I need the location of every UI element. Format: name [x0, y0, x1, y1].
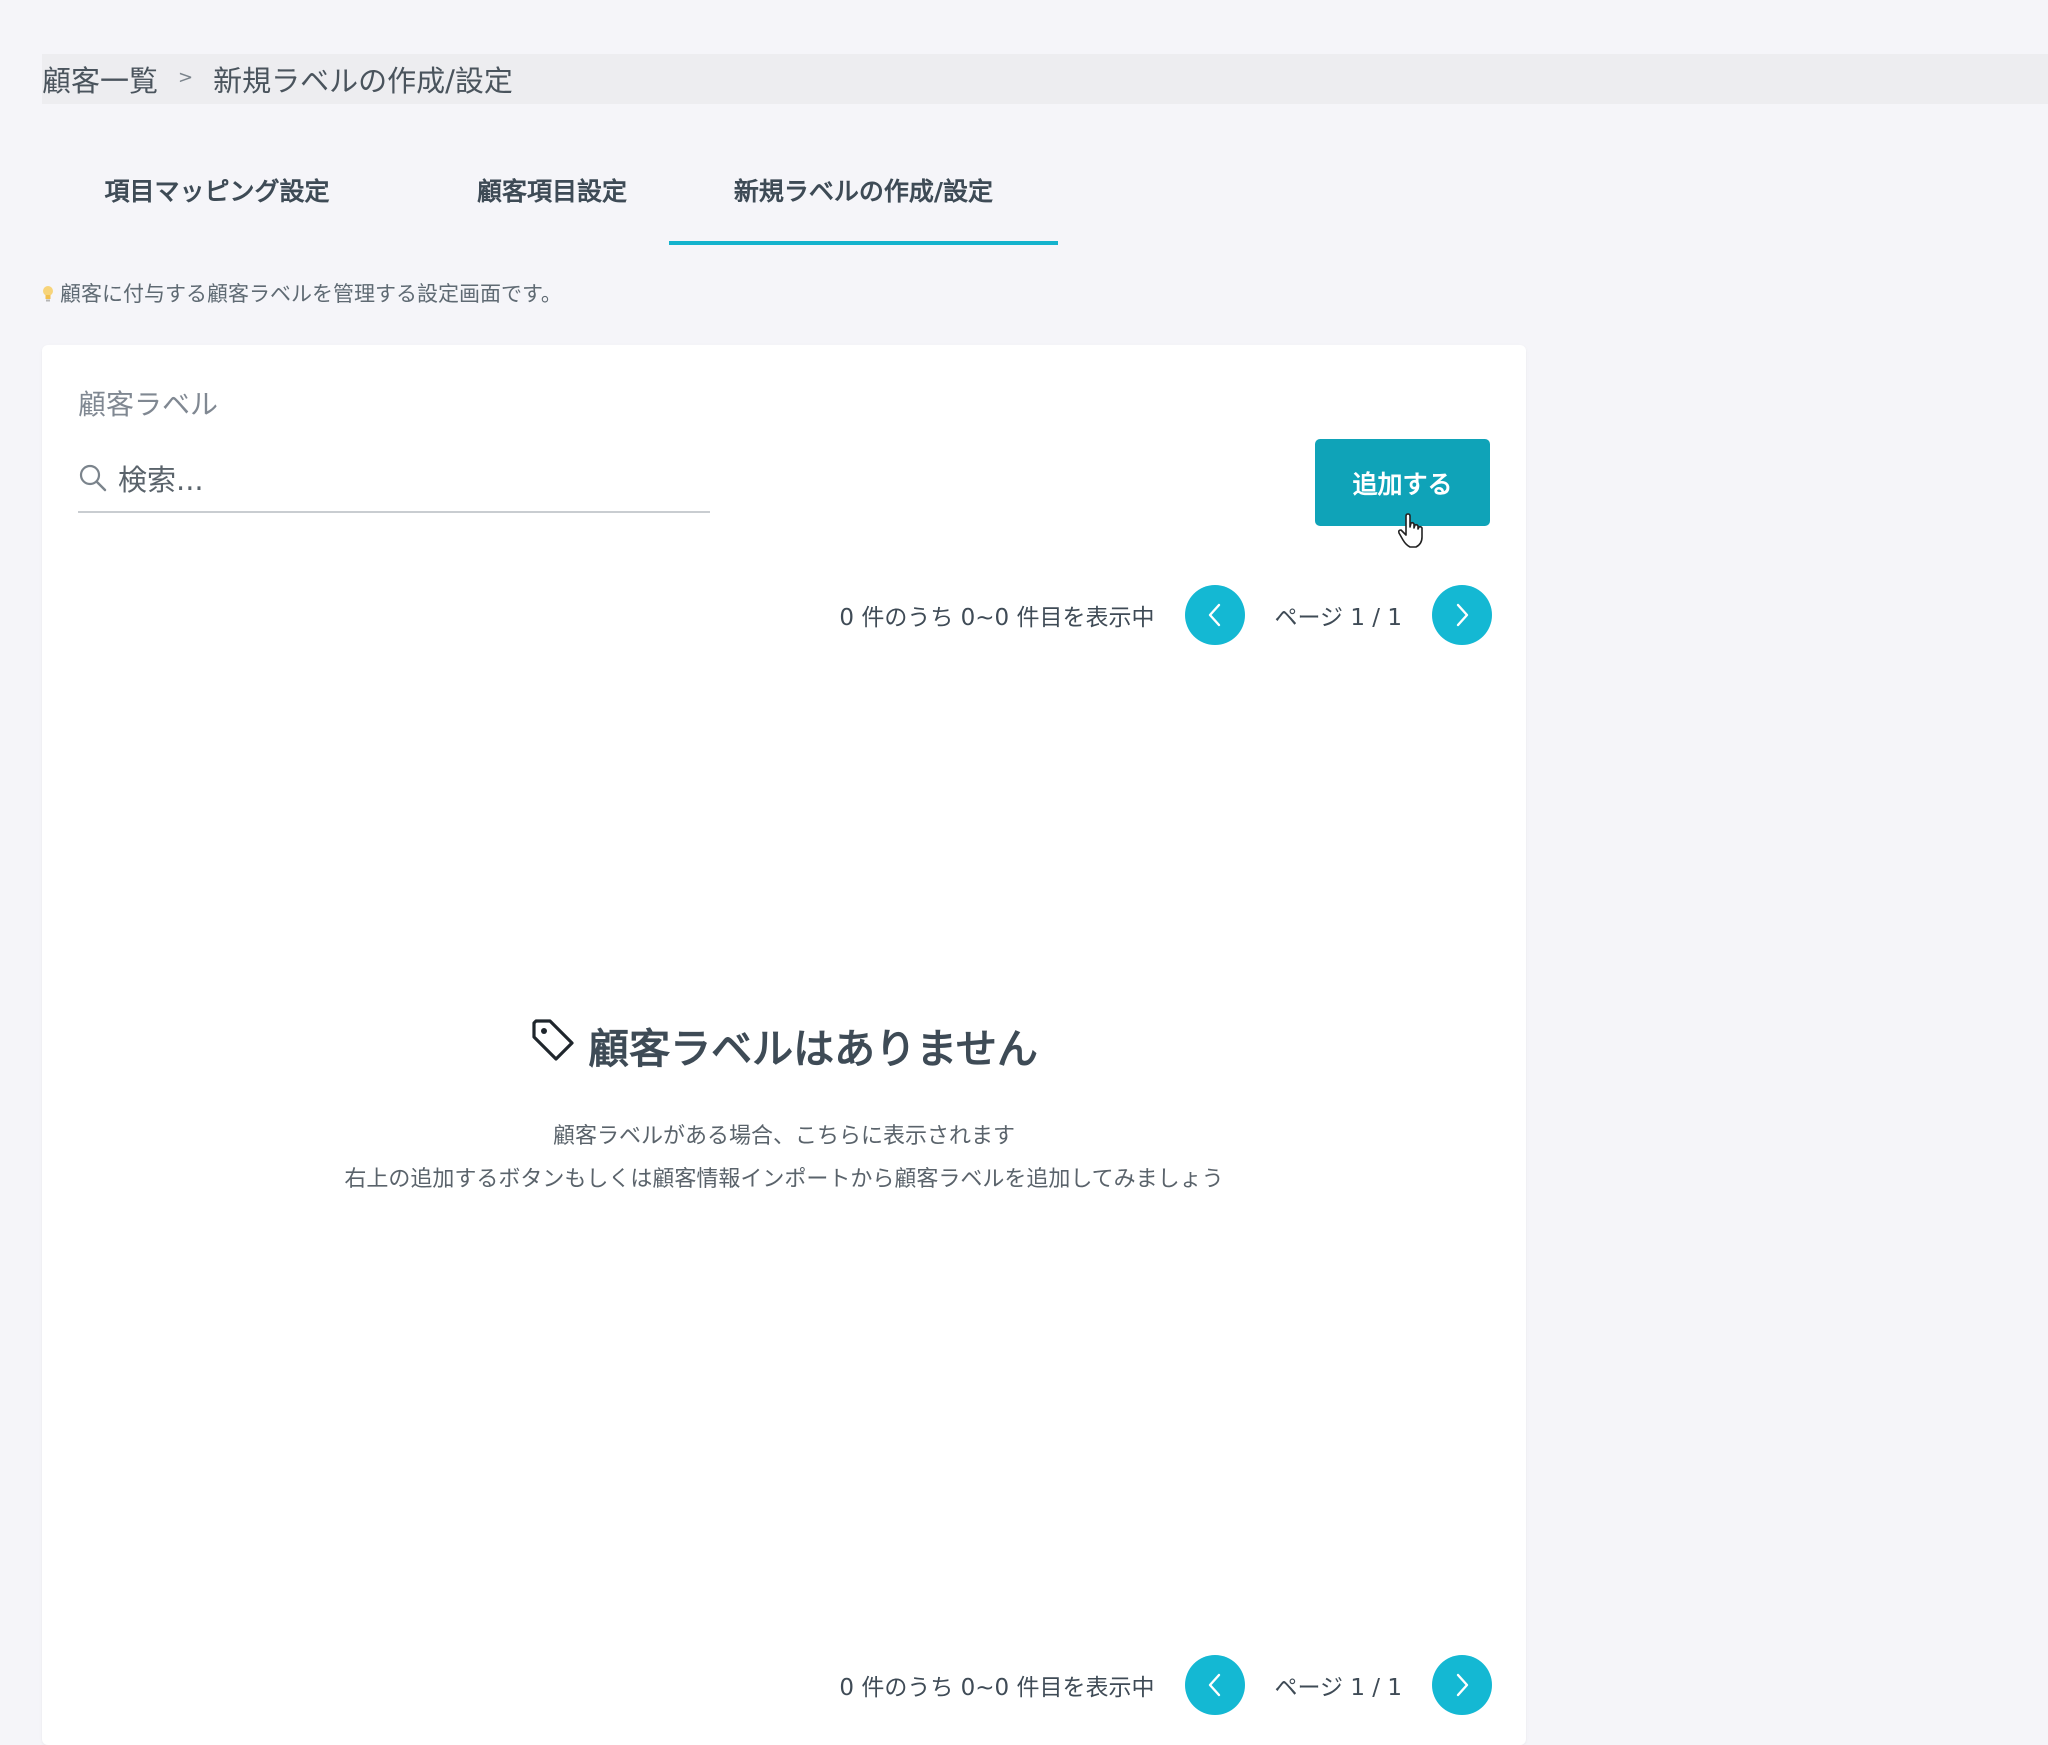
search-input[interactable] — [116, 462, 700, 498]
tag-icon — [530, 1017, 576, 1073]
empty-state-title: 顧客ラベルはありません — [530, 1015, 1038, 1075]
chevron-right-icon — [1456, 1673, 1469, 1697]
hand-cursor-icon — [1397, 513, 1427, 549]
pagination-top: 0 件のうち 0~0 件目を表示中 ページ 1 / 1 — [839, 585, 1492, 645]
empty-state-title-text: 顧客ラベルはありません — [588, 1025, 1038, 1073]
customer-label-card: 顧客ラベル 追加する 0 件のうち 0~0 件目を表示中 ページ 1 / 1 — [42, 345, 1526, 1745]
search-icon — [78, 463, 108, 497]
breadcrumb-item-customer-list[interactable]: 顧客一覧 — [42, 58, 158, 100]
prev-page-button[interactable] — [1184, 585, 1245, 645]
chevron-left-icon — [1208, 603, 1220, 627]
card-title: 顧客ラベル — [78, 388, 219, 421]
tab-field-mapping[interactable]: 項目マッピング設定 — [42, 150, 392, 245]
tab-label: 項目マッピング設定 — [104, 177, 330, 206]
search-box — [78, 449, 710, 513]
tab-customer-fields[interactable]: 顧客項目設定 — [392, 150, 712, 245]
empty-state-line-2: 右上の追加するボタンもしくは顧客情報インポートから顧客ラベルを追加してみましょう — [344, 1167, 1224, 1192]
lightbulb-icon — [42, 284, 54, 302]
tab-label: 新規ラベルの作成/設定 — [733, 177, 994, 206]
result-count: 0 件のうち 0~0 件目を表示中 — [839, 1675, 1155, 1701]
empty-state-line-1: 顧客ラベルがある場合、こちらに表示されます — [552, 1124, 1015, 1149]
next-page-button[interactable] — [1432, 1655, 1492, 1715]
result-count: 0 件のうち 0~0 件目を表示中 — [839, 605, 1155, 631]
chevron-right-icon — [1456, 603, 1469, 627]
tab-label: 顧客項目設定 — [476, 177, 627, 206]
tab-new-label[interactable]: 新規ラベルの作成/設定 — [669, 150, 1058, 245]
chevron-left-icon — [1208, 1673, 1220, 1697]
breadcrumb-item-current: 新規ラベルの作成/設定 — [213, 64, 513, 98]
pagination-bottom: 0 件のうち 0~0 件目を表示中 ページ 1 / 1 — [839, 1655, 1492, 1715]
hint-text: 顧客に付与する顧客ラベルを管理する設定画面です。 — [60, 282, 562, 306]
empty-state: 顧客ラベルはありません 顧客ラベルがある場合、こちらに表示されます 右上の追加す… — [42, 1015, 1526, 1201]
page-indicator: ページ 1 / 1 — [1274, 605, 1403, 631]
next-page-button[interactable] — [1432, 585, 1492, 645]
breadcrumb: 顧客一覧 > 新規ラベルの作成/設定 — [42, 54, 2048, 104]
prev-page-button[interactable] — [1184, 1655, 1245, 1715]
page-indicator: ページ 1 / 1 — [1274, 1675, 1403, 1701]
tab-bar: 項目マッピング設定 顧客項目設定 新規ラベルの作成/設定 — [42, 150, 1142, 245]
hint-message: 顧客に付与する顧客ラベルを管理する設定画面です。 — [42, 278, 562, 308]
breadcrumb-separator: > — [178, 66, 194, 88]
